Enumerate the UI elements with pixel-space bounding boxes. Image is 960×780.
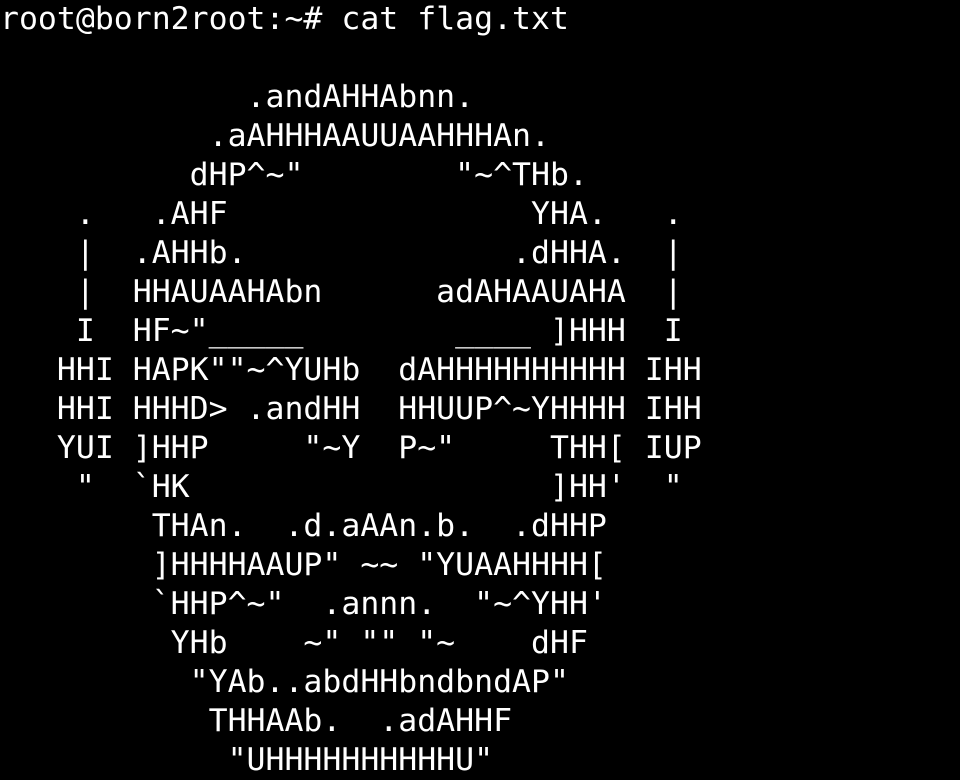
output-line: | HHAUAAHAbn adAHAAUAHA |	[0, 274, 683, 310]
output-line: | .AHHb. .dHHA. |	[0, 235, 683, 271]
output-line: THHAAb. .adAHHF	[0, 703, 513, 739]
output-line: dHP^~" "~^THb.	[0, 157, 588, 193]
output-line: YUI ]HHP "~Y P~" THH[ IUP	[0, 430, 702, 466]
output-line: .aAHHHAAUUAAHHHAn.	[0, 118, 550, 154]
command-text: cat flag.txt	[341, 1, 569, 37]
shell-prompt: root@born2root:~#	[0, 1, 342, 37]
output-line: YHb ~" "" "~ dHF	[0, 625, 588, 661]
output-line: "YAb..abdHHbndbndAP"	[0, 664, 569, 700]
output-line: "UHHHHHHHHHHU"	[0, 742, 494, 778]
command-line: root@born2root:~# cat flag.txt	[0, 0, 960, 39]
output-line: " `HK ]HH' "	[0, 469, 683, 505]
output-line: HHI HAPK""~^YUHb dAHHHHHHHHHH IHH	[0, 352, 702, 388]
output-line: THAn. .d.aAAn.b. .dHHP	[0, 508, 607, 544]
output-line: `HHP^~" .annn. "~^YHH'	[0, 586, 607, 622]
output-line: HHI HHHD> .andHH HHUUP^~YHHHH IHH	[0, 391, 702, 427]
terminal-window[interactable]: root@born2root:~# cat flag.txt .andAHHAb…	[0, 0, 960, 778]
command-output: .andAHHAbnn. .aAHHHAAUUAAHHHAn. dHP^~" "…	[0, 39, 960, 780]
output-line: ]HHHHAAUP" ~~ "YUAAHHHH[	[0, 547, 607, 583]
output-line: I HF~"_____ ____ ]HHH I	[0, 313, 683, 349]
output-line: . .AHF YHA. .	[0, 196, 683, 232]
output-line: .andAHHAbnn.	[0, 79, 475, 115]
